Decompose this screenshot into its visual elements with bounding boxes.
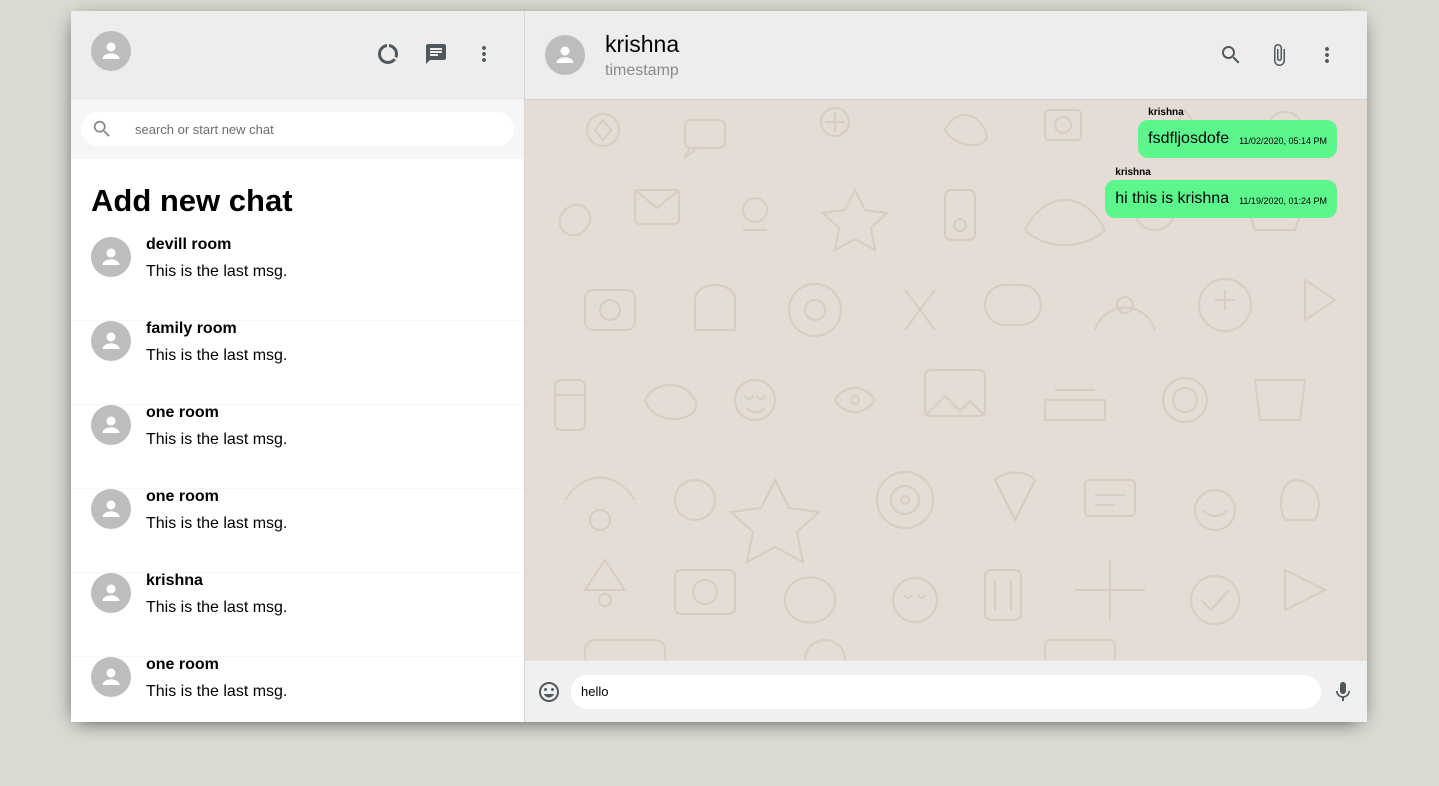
avatar-icon [102, 42, 120, 59]
chat-name: one room [146, 404, 219, 421]
chat-name: family room [146, 320, 237, 337]
list-item[interactable]: devill room This is the last msg. [71, 236, 524, 321]
message-row: krishna fsdfljosdofe 11/02/2020, 05:14 P… [555, 107, 1337, 158]
add-new-chat[interactable]: Add new chat [71, 159, 524, 237]
message-text: fsdfljosdofe [1148, 130, 1230, 147]
avatar-icon [556, 46, 574, 63]
list-item[interactable]: family room This is the last msg. [71, 320, 524, 405]
chat-avatar [91, 573, 131, 613]
chat-info: one room This is the last msg. [146, 656, 287, 701]
chat-avatar [91, 321, 131, 361]
chat-footer [525, 660, 1367, 722]
chat-body: krishna fsdfljosdofe 11/02/2020, 05:14 P… [525, 100, 1367, 660]
message-input[interactable] [571, 674, 1321, 709]
attach-button[interactable] [1259, 35, 1299, 75]
chat-avatar [91, 657, 131, 697]
avatar-icon [102, 500, 120, 517]
list-item[interactable]: one room This is the last msg. [71, 656, 524, 722]
contact-name: krishna [605, 30, 680, 57]
message-sender: krishna [1148, 107, 1184, 118]
last-seen: timestamp [605, 61, 679, 79]
chat-last-message: This is the last msg. [146, 599, 288, 616]
chat-last-message: This is the last msg. [146, 263, 288, 280]
attach-icon [1274, 44, 1285, 66]
chat-header-icons [1211, 35, 1347, 75]
new-chat-button[interactable] [416, 34, 456, 74]
chat-last-message: This is the last msg. [146, 683, 288, 700]
mic-icon[interactable] [1331, 680, 1355, 704]
chat-header: krishna timestamp [525, 11, 1367, 100]
chat-avatar [91, 405, 131, 445]
chat-info: devill room This is the last msg. [146, 236, 287, 281]
chat-info: krishna This is the last msg. [146, 572, 287, 617]
list-item[interactable]: one room This is the last msg. [71, 404, 524, 489]
search-chat-button[interactable] [1211, 35, 1251, 75]
chat-info: family room This is the last msg. [146, 320, 287, 365]
chat-last-message: This is the last msg. [146, 347, 288, 364]
avatar-icon [102, 416, 120, 433]
sidebar-header [71, 11, 524, 99]
status-button[interactable] [368, 34, 408, 74]
chat-name: devill room [146, 236, 232, 253]
chat-avatar [91, 489, 131, 529]
message-text: hi this is krishna [1115, 190, 1230, 207]
chat-name: one room [146, 488, 219, 505]
whatsapp-app: Add new chat devill room This is the las… [71, 11, 1367, 722]
new-chat-icon [426, 44, 446, 64]
chat-name: krishna [146, 572, 203, 589]
message-sender: krishna [1115, 167, 1151, 178]
user-avatar[interactable] [91, 31, 131, 71]
search-icon [93, 120, 110, 137]
message-bubble[interactable]: krishna fsdfljosdofe 11/02/2020, 05:14 P… [1138, 107, 1337, 158]
list-item[interactable]: krishna This is the last msg. [71, 572, 524, 657]
status-icon [378, 44, 398, 64]
message-timestamp: 11/19/2020, 01:24 PM [1239, 196, 1327, 206]
chat-info: one room This is the last msg. [146, 488, 287, 533]
chat-menu-button[interactable] [1307, 35, 1347, 75]
avatar-icon [102, 332, 120, 349]
sidebar-menu-button[interactable] [464, 34, 504, 74]
emoji-icon[interactable] [537, 680, 561, 704]
chat-last-message: This is the last msg. [146, 431, 288, 448]
chat-name: one room [146, 656, 219, 673]
message-timestamp: 11/02/2020, 05:14 PM [1239, 136, 1327, 146]
search-input[interactable] [135, 121, 504, 137]
list-item[interactable]: one room This is the last msg. [71, 488, 524, 573]
message-row: krishna hi this is krishna 11/19/2020, 0… [555, 167, 1337, 218]
more-vert-icon [1325, 47, 1329, 63]
chat-panel: krishna timestamp krishna fsdfljosdofe 1… [525, 11, 1367, 722]
search-icon [1222, 46, 1240, 64]
search-container [81, 112, 514, 146]
chat-header-info: krishna timestamp [605, 31, 1211, 80]
avatar-icon [102, 584, 120, 601]
sidebar-header-icons [368, 34, 504, 74]
avatar-icon [102, 668, 120, 685]
chat-avatar [91, 237, 131, 277]
contact-avatar[interactable] [545, 35, 585, 75]
sidebar: Add new chat devill room This is the las… [71, 11, 525, 722]
message-bubble[interactable]: krishna hi this is krishna 11/19/2020, 0… [1105, 167, 1337, 218]
avatar-icon [102, 248, 120, 265]
chat-list: Add new chat devill room This is the las… [71, 159, 524, 722]
more-vert-icon [482, 46, 486, 62]
chat-last-message: This is the last msg. [146, 515, 288, 532]
chat-info: one room This is the last msg. [146, 404, 287, 449]
sidebar-search [71, 99, 524, 159]
